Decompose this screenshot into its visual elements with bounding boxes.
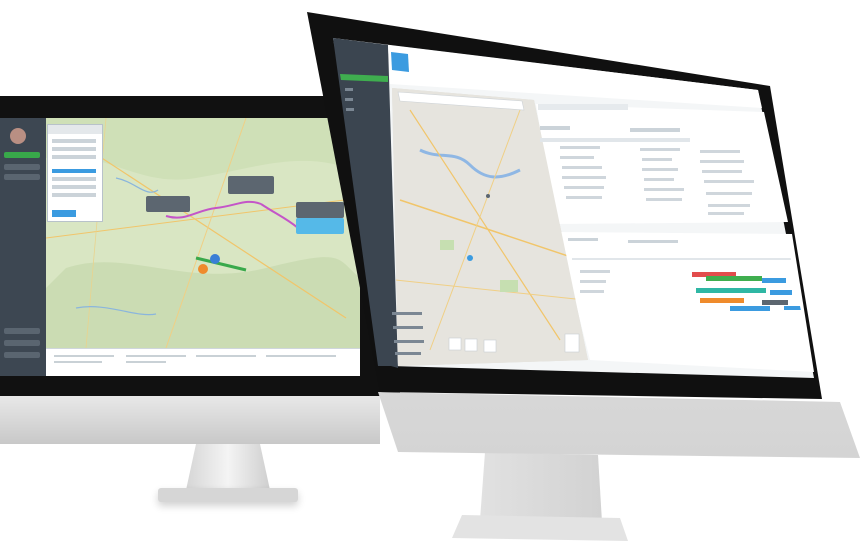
front-map-graphic [345, 88, 804, 366]
